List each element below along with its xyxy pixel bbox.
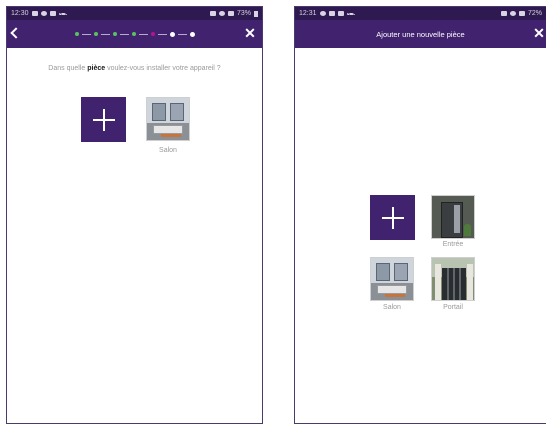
step-connector xyxy=(157,33,167,35)
room-tile-entree[interactable] xyxy=(431,195,475,239)
add-room-button[interactable] xyxy=(81,97,126,142)
room-label-salon: Salon xyxy=(383,304,401,311)
room-question: Dans quelle pièce voulez-vous installer … xyxy=(48,65,221,72)
image-notification-icon xyxy=(328,11,335,16)
vibrate-icon xyxy=(500,11,507,16)
app-notification-icon xyxy=(319,11,326,16)
room-label-entree: Entrée xyxy=(442,241,464,248)
portail-photo xyxy=(432,258,474,300)
step-connector xyxy=(177,33,187,35)
step-connector xyxy=(119,33,129,35)
signal-icon xyxy=(227,11,234,16)
step-5-current xyxy=(150,32,155,36)
plus-icon xyxy=(381,206,404,229)
app-bar: Ajouter une nouvelle pièce ✕ xyxy=(295,20,546,48)
gallery-notification-icon xyxy=(337,11,344,16)
status-time: 12:31 xyxy=(299,10,317,17)
step-6-todo xyxy=(169,31,175,37)
gallery-notification-icon xyxy=(49,11,56,16)
step-connector xyxy=(100,33,110,35)
step-1-done xyxy=(74,32,79,36)
room-tile-salon[interactable] xyxy=(146,97,190,141)
battery-level: 73% xyxy=(236,10,251,17)
screen-room-selection: 12:30 73% ✕ Dans quelle pièce voulez-vou… xyxy=(6,6,263,424)
status-time: 12:30 xyxy=(11,10,29,17)
more-notifications-icon xyxy=(58,12,67,15)
step-connector xyxy=(138,33,148,35)
status-bar: 12:31 72% xyxy=(295,7,546,20)
image-notification-icon xyxy=(31,11,38,16)
salon-photo xyxy=(147,98,189,140)
progress-stepper xyxy=(74,31,195,37)
app-notification-icon xyxy=(40,11,47,16)
page-title: Ajouter une nouvelle pièce xyxy=(376,29,465,39)
battery-level: 72% xyxy=(527,10,542,17)
room-tile-salon[interactable] xyxy=(370,257,414,301)
wifi-icon xyxy=(509,11,516,16)
more-notifications-icon xyxy=(346,12,355,15)
salon-photo xyxy=(371,258,413,300)
step-3-done xyxy=(112,32,117,36)
plus-icon xyxy=(92,108,115,131)
app-bar: ✕ xyxy=(7,20,262,48)
step-connector xyxy=(81,33,91,35)
vibrate-icon xyxy=(209,11,216,16)
wifi-icon xyxy=(218,11,225,16)
room-label-salon: Salon xyxy=(159,147,177,154)
step-2-done xyxy=(93,32,98,36)
screen-add-room: 12:31 72% Ajouter une nouvelle pièce ✕ E… xyxy=(294,6,546,424)
step-7-todo xyxy=(189,31,195,37)
room-label-portail: Portail xyxy=(443,304,463,311)
status-bar: 12:30 73% xyxy=(7,7,262,20)
entree-photo xyxy=(432,196,474,238)
close-icon[interactable]: ✕ xyxy=(243,26,257,40)
back-arrow-icon[interactable] xyxy=(10,27,22,39)
signal-icon xyxy=(518,11,525,16)
step-4-done xyxy=(131,32,136,36)
add-room-button[interactable] xyxy=(370,195,415,240)
room-tile-portail[interactable] xyxy=(431,257,475,301)
close-icon[interactable]: ✕ xyxy=(532,26,546,40)
battery-icon xyxy=(254,10,258,17)
